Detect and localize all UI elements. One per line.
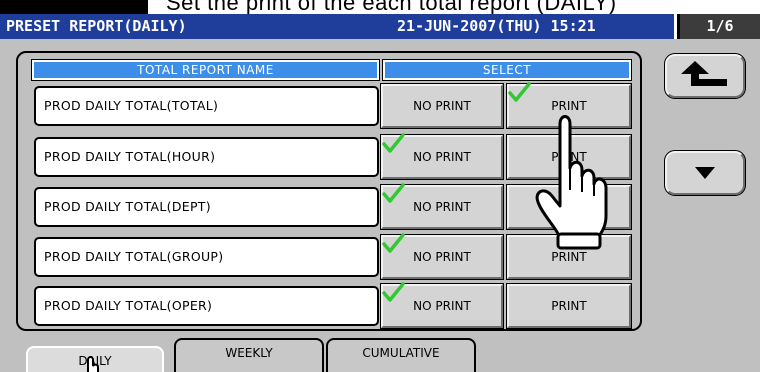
report-name-group: PROD DAILY TOTAL(GROUP) [34,237,379,277]
page-indicator: 1/6 [677,14,760,39]
doc-marker-block [0,0,148,14]
no-print-button-dept[interactable]: NO PRINT [380,183,504,230]
no-print-button-oper[interactable]: NO PRINT [380,282,504,329]
triangle-down-icon [695,167,715,179]
no-print-label: NO PRINT [413,299,471,313]
page-title: PRESET REPORT(DAILY) [6,17,187,35]
no-print-label: NO PRINT [413,150,471,164]
doc-caption-fragment: Set the print of the each total report (… [0,0,760,14]
check-icon [508,82,531,102]
report-name-total: PROD DAILY TOTAL(TOTAL) [34,86,379,126]
tab-cumulative[interactable]: CUMULATIVE [326,338,476,372]
header-total-report-name: TOTAL REPORT NAME [31,59,380,81]
check-icon [382,183,405,203]
pointing-hand-icon [87,356,99,372]
back-button[interactable] [664,53,746,99]
title-bar: PRESET REPORT(DAILY) 21-JUN-2007(THU) 15… [0,14,674,39]
check-icon [382,233,405,253]
no-print-button-total[interactable]: NO PRINT [380,83,504,129]
no-print-button-group[interactable]: NO PRINT [380,233,504,280]
pointing-hand-icon [535,115,608,250]
screen-area: TOTAL REPORT NAME SELECT PROD DAILY TOTA… [0,39,760,372]
report-name-dept: PROD DAILY TOTAL(DEPT) [34,187,379,227]
no-print-label: NO PRINT [413,250,471,264]
report-name-oper: PROD DAILY TOTAL(OPER) [34,286,379,326]
no-print-button-hour[interactable]: NO PRINT [380,133,504,180]
doc-caption-text: Set the print of the each total report (… [166,0,617,14]
tab-weekly[interactable]: WEEKLY [174,338,324,372]
check-icon [382,133,405,153]
check-icon [382,282,405,302]
header-select: SELECT [382,59,632,81]
date-time: 21-JUN-2007(THU) 15:21 [397,17,596,35]
report-name-hour: PROD DAILY TOTAL(HOUR) [34,137,379,177]
print-button-oper[interactable]: PRINT [506,283,632,329]
scroll-down-button[interactable] [664,150,746,196]
no-print-label: NO PRINT [413,200,471,214]
return-arrow-icon [681,61,727,86]
